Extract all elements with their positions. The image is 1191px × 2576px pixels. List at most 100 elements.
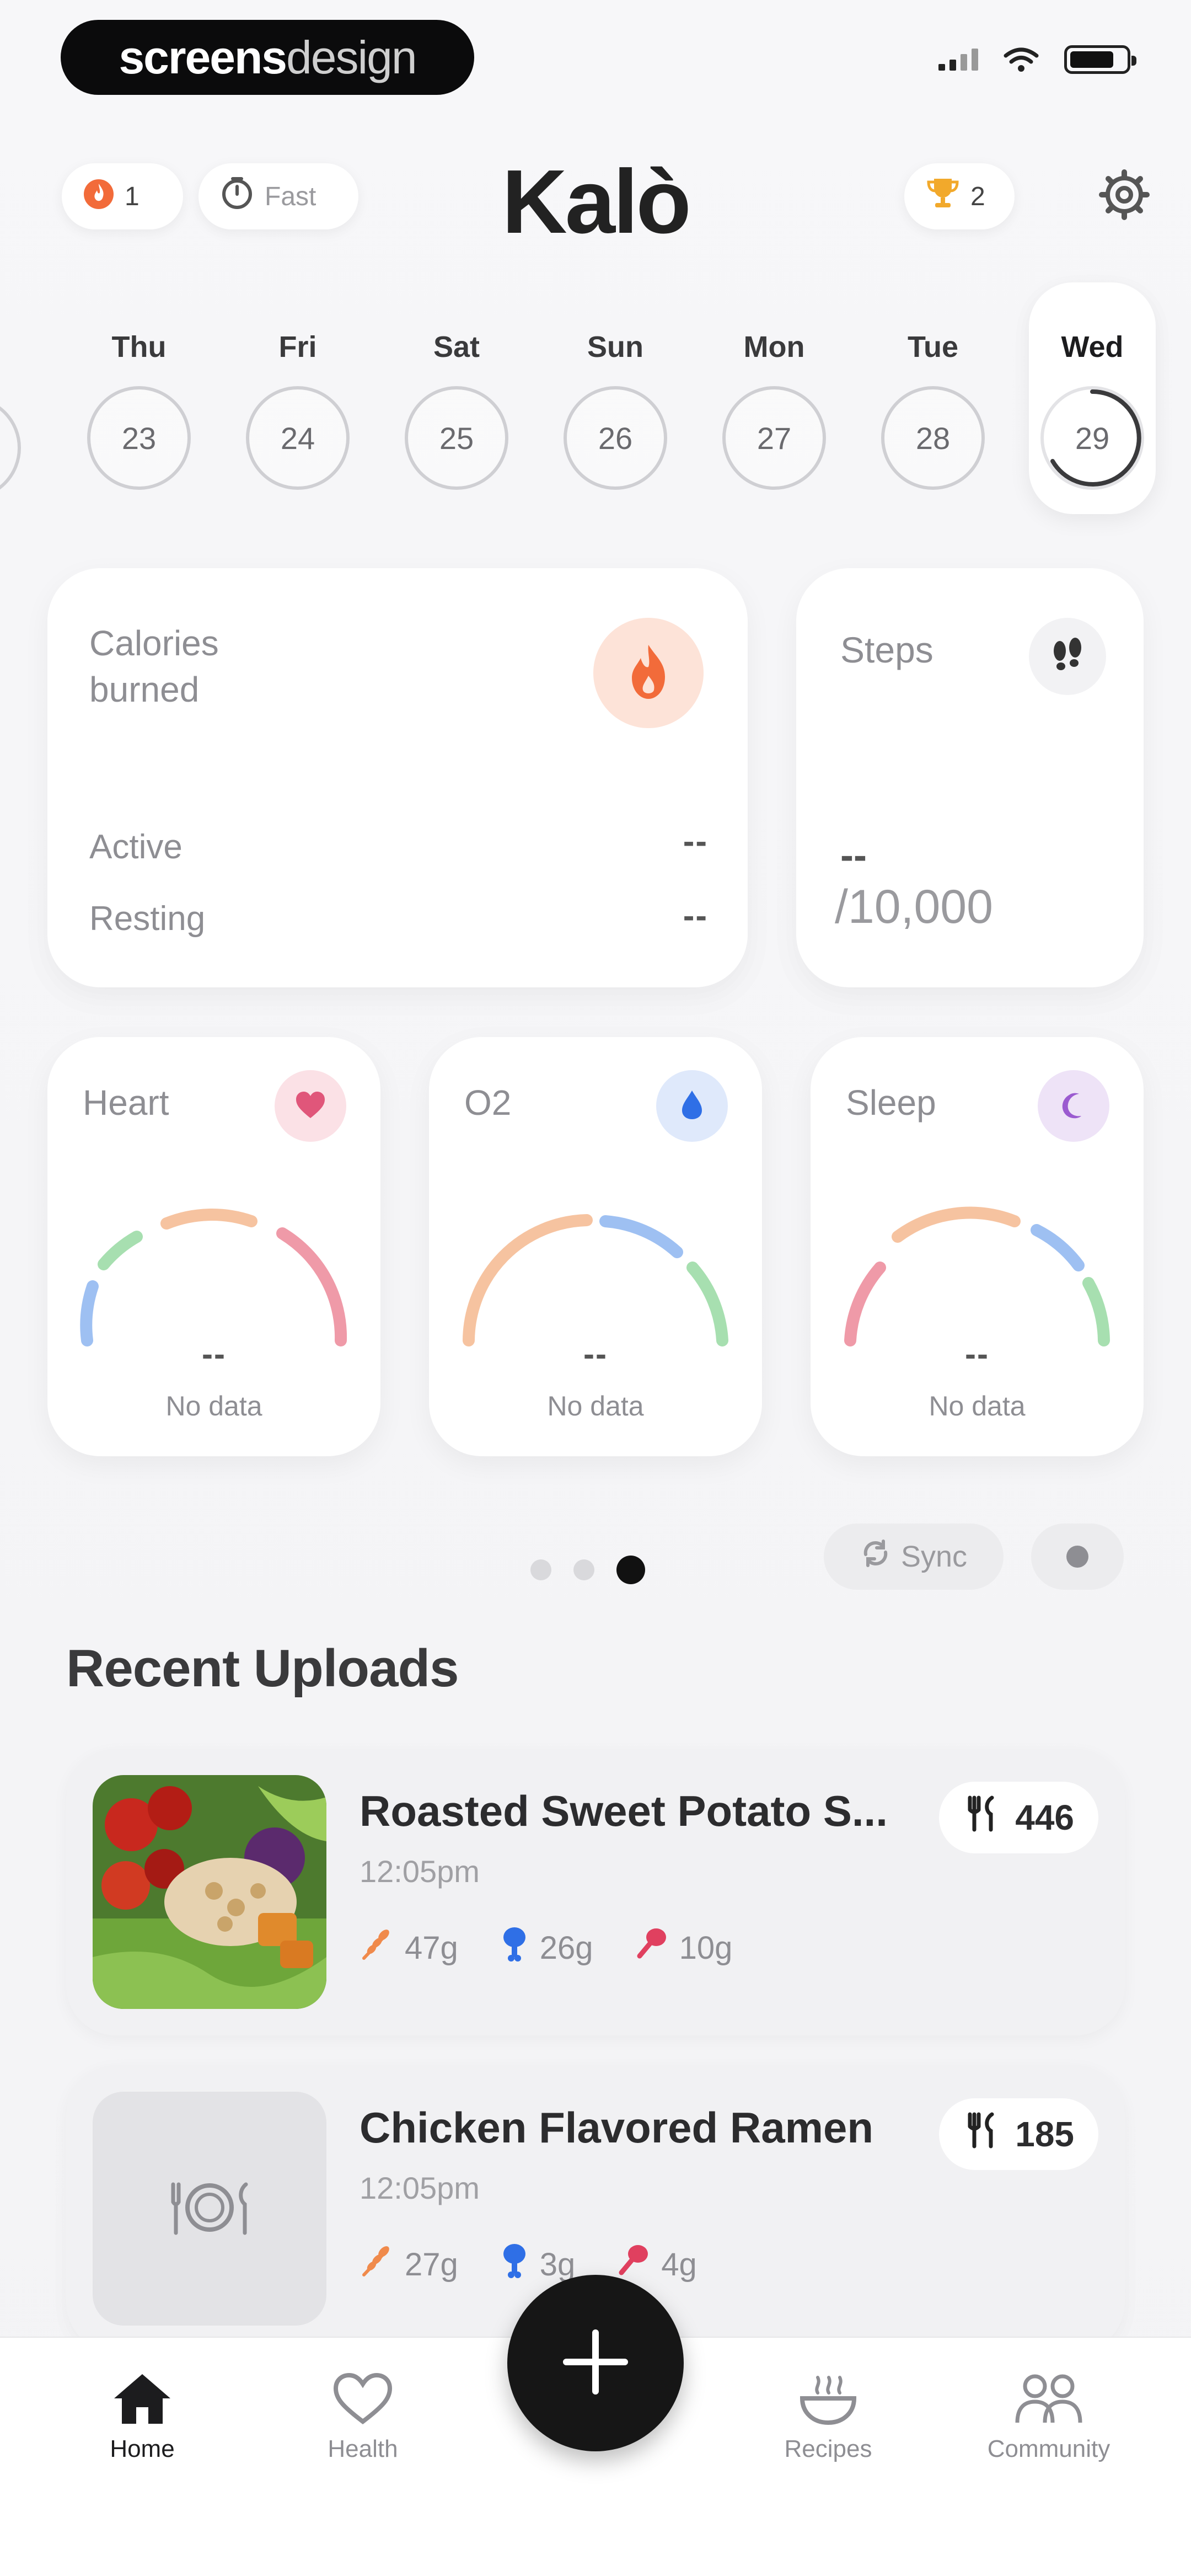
day-date: 27: [722, 386, 826, 490]
nav-home[interactable]: Home: [71, 2371, 214, 2463]
protein-drumstick-icon: [499, 2242, 530, 2287]
day-mon[interactable]: Mon 27: [713, 309, 835, 490]
droplet-icon: [680, 1088, 704, 1124]
fat-drop-icon: [634, 1926, 669, 1969]
fat-macro: 10g: [634, 1926, 732, 1969]
steps-value: --: [840, 833, 867, 878]
gear-icon: [1098, 169, 1150, 223]
wheat-icon: [360, 1926, 395, 1969]
nav-health[interactable]: Health: [291, 2371, 434, 2463]
day-circle-previous[interactable]: [0, 396, 21, 500]
day-date: 23: [87, 386, 191, 490]
flame-icon: [622, 642, 675, 705]
section-title: Recent Uploads: [66, 1639, 459, 1698]
carbs-macro: 27g: [360, 2243, 458, 2286]
calories-card[interactable]: Calories burned Active -- Resting --: [47, 568, 748, 987]
carbs-value: 27g: [405, 2246, 458, 2283]
day-sun[interactable]: Sun 26: [555, 309, 676, 490]
active-label: Active: [89, 828, 183, 866]
metric-status: No data: [547, 1391, 644, 1421]
steps-card[interactable]: Steps -- /10,000: [796, 568, 1144, 987]
metric-title: Heart: [83, 1083, 169, 1123]
day-fri[interactable]: Fri 24: [237, 309, 358, 490]
metric-value: --: [965, 1335, 989, 1372]
sync-icon: [860, 1538, 891, 1576]
o2-badge: [656, 1070, 728, 1142]
trophy-icon: [925, 175, 961, 217]
calorie-badge: 185: [939, 2098, 1098, 2170]
sleep-badge: [1038, 1070, 1109, 1142]
page-dot[interactable]: [530, 1559, 551, 1580]
screen: screens design 1 Fast Kalò 2 Thu 23 Fri …: [0, 0, 1191, 2576]
nav-community[interactable]: Community: [977, 2371, 1120, 2463]
page-dot-active[interactable]: [616, 1556, 645, 1584]
macro-row: 47g 26g 10g: [360, 1925, 732, 1970]
trophy-chip[interactable]: 2: [904, 163, 1015, 229]
protein-macro: 26g: [499, 1925, 593, 1970]
day-name: Fri: [278, 330, 317, 364]
fat-value: 4g: [661, 2246, 697, 2283]
metric-value: --: [583, 1335, 608, 1372]
calorie-value: 185: [1015, 2114, 1074, 2154]
wheat-icon: [360, 2243, 395, 2286]
brand-light: design: [286, 31, 417, 83]
signal-icon: [938, 49, 978, 71]
protein-drumstick-icon: [499, 1925, 530, 1970]
resting-value: --: [683, 897, 708, 935]
fork-knife-icon: [963, 2111, 1002, 2158]
sleep-card[interactable]: Sleep -- No data: [811, 1037, 1144, 1456]
metric-value: --: [202, 1335, 226, 1372]
trophy-count: 2: [970, 181, 985, 211]
day-progress-ring: [1050, 389, 1141, 487]
food-photo: [93, 1775, 326, 2009]
metric-status: No data: [165, 1391, 262, 1421]
day-date: 28: [881, 386, 985, 490]
page-dot[interactable]: [573, 1559, 594, 1580]
brand-bold: screens: [119, 31, 287, 83]
protein-value: 3g: [539, 2246, 576, 2283]
page-indicator: [530, 1556, 645, 1584]
date-strip: Thu 23 Fri 24 Sat 25 Sun 26 Mon 27 Tue 2…: [0, 282, 1191, 519]
nav-recipes[interactable]: Recipes: [757, 2371, 900, 2463]
o2-card[interactable]: O2 -- No data: [429, 1037, 762, 1456]
day-name: Thu: [111, 330, 167, 364]
sync-button[interactable]: Sync: [824, 1524, 1004, 1590]
heart-badge: [275, 1070, 346, 1142]
fat-macro: 4g: [616, 2243, 697, 2286]
heart-card[interactable]: Heart -- No data: [47, 1037, 380, 1456]
status-icons: [938, 45, 1136, 74]
day-name: Wed: [1061, 330, 1124, 364]
home-icon: [110, 2374, 175, 2428]
plate-cutlery-icon: [165, 2174, 254, 2243]
upload-item[interactable]: Roasted Sweet Potato S... 12:05pm 446 47…: [66, 1749, 1125, 2035]
metric-status: No data: [929, 1391, 1026, 1421]
nav-label: Home: [110, 2435, 175, 2462]
food-photo-placeholder: [93, 2092, 326, 2326]
day-tue[interactable]: Tue 28: [872, 309, 994, 490]
footsteps-icon: [1029, 618, 1106, 695]
brand-watermark: screens design: [61, 20, 474, 95]
battery-icon: [1064, 45, 1136, 74]
status-dot-icon: [1066, 1546, 1088, 1568]
resting-label: Resting: [89, 900, 206, 938]
food-name: Chicken Flavored Ramen: [360, 2103, 873, 2152]
calorie-value: 446: [1015, 1798, 1074, 1837]
settings-button[interactable]: [1094, 165, 1155, 226]
upload-time: 12:05pm: [360, 2171, 480, 2205]
metric-title: Sleep: [846, 1083, 936, 1123]
day-sat[interactable]: Sat 25: [396, 309, 517, 490]
bowl-icon: [796, 2376, 861, 2428]
heart-icon: [294, 1089, 327, 1123]
sync-status-button[interactable]: [1031, 1524, 1124, 1590]
day-thu[interactable]: Thu 23: [78, 309, 200, 490]
plus-icon: [560, 2326, 631, 2401]
day-name: Sun: [587, 330, 643, 364]
steps-goal: /10,000: [835, 880, 993, 933]
add-button[interactable]: [507, 2275, 684, 2451]
food-name: Roasted Sweet Potato S...: [360, 1787, 888, 1835]
day-wed-selected[interactable]: Wed 29: [1029, 282, 1156, 514]
upload-time: 12:05pm: [360, 1854, 480, 1889]
day-date-ring: 29: [1040, 386, 1144, 490]
day-date: 26: [564, 386, 667, 490]
day-name: Tue: [908, 330, 958, 364]
